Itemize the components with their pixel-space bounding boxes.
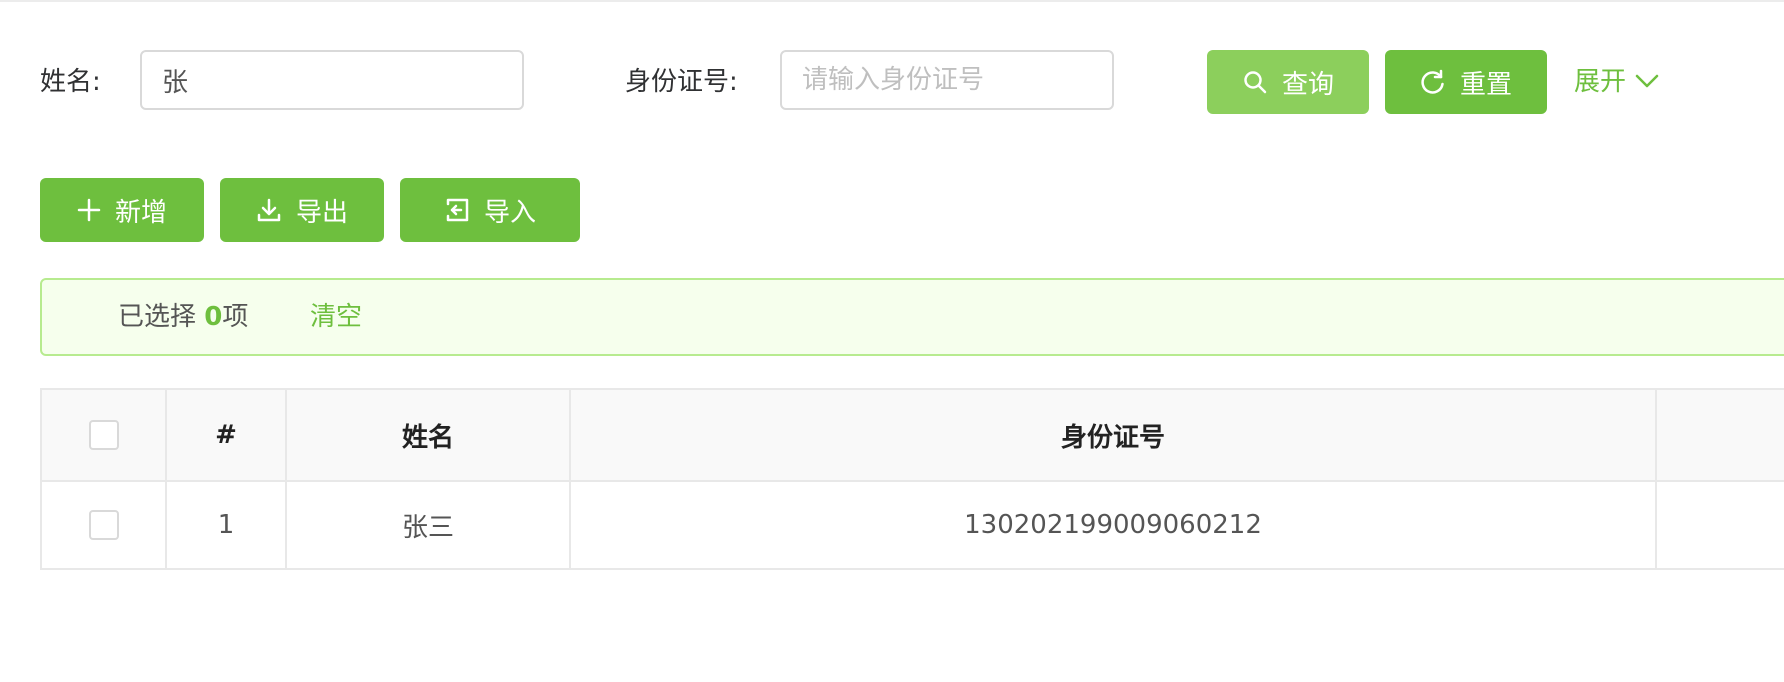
query-button[interactable]: 查询 (1207, 50, 1369, 114)
row-checkbox[interactable] (88, 510, 119, 541)
name-input[interactable] (140, 50, 524, 110)
id-number-label: 身份证号: (625, 67, 738, 97)
select-all-checkbox[interactable] (88, 420, 119, 451)
id-number-input[interactable] (780, 50, 1114, 110)
selection-count: 0 (204, 302, 223, 332)
row-extra (1655, 480, 1784, 570)
expand-toggle[interactable]: 展开 (1574, 50, 1660, 114)
reload-icon (1420, 69, 1446, 95)
selection-prefix: 已选择 (118, 302, 205, 332)
chevron-down-icon (1634, 50, 1660, 114)
plus-icon (77, 198, 101, 222)
table-header-row: # 姓名 身份证号 (40, 388, 1784, 482)
reset-button-label: 重置 (1459, 69, 1512, 100)
add-button[interactable]: 新增 (40, 178, 204, 242)
row-select-cell (40, 480, 167, 570)
reset-button[interactable]: 重置 (1385, 50, 1547, 114)
header-extra (1655, 388, 1784, 482)
download-icon (256, 197, 282, 223)
data-table: # 姓名 身份证号 1 张三 130202199009060212 (40, 388, 1784, 570)
header-name: 姓名 (285, 388, 571, 482)
page: 姓名: 身份证号: 查询 重置 展开 (0, 0, 1784, 682)
search-form: 姓名: 身份证号: 查询 重置 展开 (40, 50, 1784, 114)
import-button[interactable]: 导入 (400, 178, 580, 242)
selection-alert: 已选择 0项 清空 (40, 278, 1784, 356)
import-icon (444, 197, 470, 223)
name-label: 姓名: (40, 67, 101, 97)
row-index: 1 (165, 480, 287, 570)
header-id-number: 身份证号 (569, 388, 1657, 482)
add-button-label: 新增 (114, 197, 167, 228)
clear-selection-link[interactable]: 清空 (310, 280, 362, 354)
top-divider (0, 0, 1784, 2)
header-index: # (165, 388, 287, 482)
selection-suffix: 项 (222, 302, 249, 332)
header-select-cell (40, 388, 167, 482)
export-button[interactable]: 导出 (220, 178, 384, 242)
export-button-label: 导出 (295, 197, 348, 228)
query-button-label: 查询 (1281, 69, 1334, 100)
row-name: 张三 (285, 480, 571, 570)
selection-summary: 已选择 0项 (118, 280, 248, 354)
table-row: 1 张三 130202199009060212 (40, 480, 1784, 570)
expand-label: 展开 (1574, 67, 1627, 97)
search-icon (1242, 69, 1268, 95)
row-id-number: 130202199009060212 (569, 480, 1657, 570)
import-button-label: 导入 (483, 197, 536, 228)
